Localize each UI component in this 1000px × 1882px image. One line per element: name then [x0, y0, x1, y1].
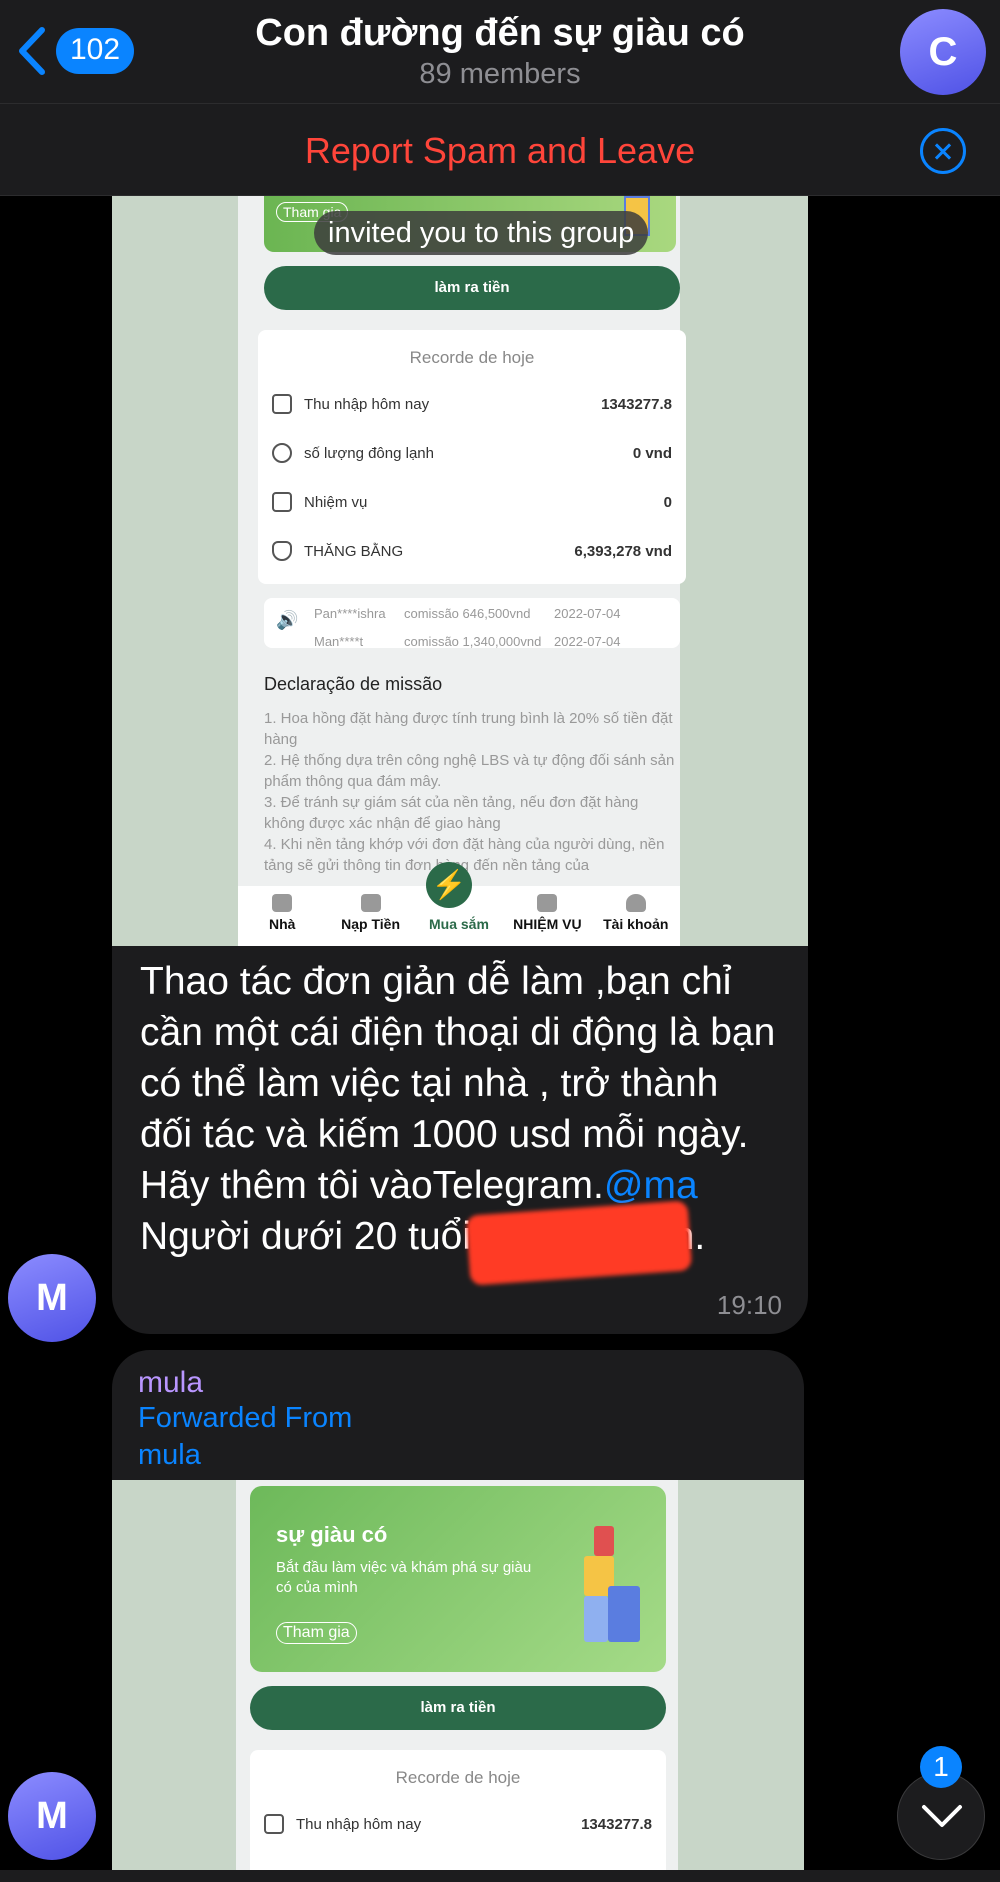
redaction-mark [465, 1200, 693, 1286]
wallet-icon [272, 394, 292, 414]
ticker-commission: comissão 646,500vnd [404, 606, 531, 621]
stat-value: 1343277.8 [581, 1816, 652, 1833]
stat-label: Nhiệm vụ [304, 494, 368, 511]
report-spam-leave-button[interactable]: Report Spam and Leave [0, 130, 1000, 172]
sender-avatar[interactable]: M [8, 1254, 96, 1342]
stat-label: THĂNG BẰNG [304, 543, 404, 560]
hero-banner: sự giàu có Bắt đầu làm việc và khám phá … [250, 1486, 666, 1672]
photo-attachment[interactable]: Tham gia làm ra tiền Recorde de hoje Thu… [112, 196, 808, 946]
ticker-user: Man****t [314, 634, 364, 648]
hero-title: sự giàu có [276, 1522, 388, 1547]
spam-bar: Report Spam and Leave [0, 104, 1000, 196]
message-time: 19:10 [716, 1290, 782, 1320]
document-icon [537, 894, 558, 912]
chat-header: 102 Con đường đến sự giàu có 89 members … [0, 0, 1000, 104]
person-icon [625, 894, 646, 912]
tab-deposit: Nạp Tiền [329, 886, 413, 946]
home-icon [272, 894, 293, 912]
stat-value: 1343277.8 [601, 396, 672, 413]
blocks-illustration [584, 1526, 644, 1646]
hero-desc: Bắt đầu làm việc và khám phá sự giàu có … [276, 1559, 532, 1596]
speaker-icon: 🔊 [276, 610, 299, 630]
join-button: Tham gia [276, 1622, 357, 1644]
forwarded-label: Forwarded From [138, 1402, 353, 1434]
stat-row: Thu nhập hôm nay 1343277.8 [258, 382, 686, 431]
tab-home: Nhà [240, 886, 324, 946]
tab-tasks: NHIỆM VỤ [505, 886, 589, 946]
stat-row: Nhiệm vụ 0 [258, 480, 686, 529]
moneybag-icon [272, 541, 292, 561]
ticker-date: 2022-07-04 [554, 606, 621, 621]
earn-money-button: làm ra tiền [264, 266, 680, 310]
service-message: invited you to this group [314, 211, 649, 255]
ticker-date: 2022-07-04 [554, 634, 621, 648]
card-icon [360, 894, 381, 912]
chat-title[interactable]: Con đường đến sự giàu có [0, 12, 1000, 55]
stat-label: Thu nhập hôm nay [296, 1816, 422, 1833]
earn-money-button: làm ra tiền [250, 1686, 666, 1730]
stat-label: số lượng đông lạnh [304, 445, 434, 462]
sender-name[interactable]: mula [138, 1366, 203, 1400]
member-count: 89 members [419, 58, 581, 90]
mention-link[interactable]: @ma [604, 1164, 698, 1207]
unread-badge: 1 [920, 1746, 962, 1788]
stats-card: Recorde de hoje Thu nhập hôm nay 1343277… [250, 1750, 666, 1882]
ticker-user: Pan****ishra [314, 606, 386, 621]
close-icon[interactable] [920, 128, 966, 174]
wallet-icon [264, 1814, 284, 1834]
task-icon [272, 492, 292, 512]
card-title: Recorde de hoje [395, 1768, 521, 1787]
coins-icon [272, 443, 292, 463]
commission-ticker: 🔊 Pan****ishra comissão 646,500vnd 2022-… [264, 598, 680, 648]
screenshot-phone: Tham gia làm ra tiền Recorde de hoje Thu… [238, 196, 686, 946]
sender-avatar[interactable]: M [8, 1772, 96, 1860]
stats-card: Recorde de hoje Thu nhập hôm nay 1343277… [258, 330, 686, 584]
stat-label: Thu nhập hôm nay [304, 396, 430, 413]
declaration-title: Declaração de missão [264, 674, 443, 694]
chevron-down-icon [922, 1805, 962, 1827]
forwarded-from-name[interactable]: mula [138, 1439, 201, 1472]
input-bar-edge [0, 1870, 1000, 1882]
forwarded-message-bubble[interactable]: mula Forwarded From mula sự giàu có Bắt … [112, 1350, 804, 1882]
card-title: Recorde de hoje [409, 348, 535, 367]
declaration-text: 1. Hoa hồng đặt hàng được tính trung bìn… [264, 710, 675, 874]
stat-value: 0 [663, 494, 672, 511]
stat-row: THĂNG BẰNG 6,393,278 vnd [258, 529, 686, 578]
message-bubble[interactable]: Tham gia làm ra tiền Recorde de hoje Thu… [112, 196, 808, 1334]
stat-row: Thu nhập hôm nay 1343277.8 [250, 1802, 666, 1851]
screenshot-phone: sự giàu có Bắt đầu làm việc và khám phá … [236, 1480, 678, 1882]
stat-value: 6,393,278 vnd [574, 543, 672, 560]
group-avatar[interactable]: C [900, 9, 986, 95]
ticker-commission: comissão 1,340,000vnd [404, 634, 542, 648]
stat-row: số lượng đông lạnh 0 vnd [258, 431, 686, 480]
stat-value: 0 vnd [632, 445, 672, 462]
tab-account: Tài khoản [594, 886, 678, 946]
photo-attachment[interactable]: sự giàu có Bắt đầu làm việc và khám phá … [112, 1480, 804, 1882]
lightning-icon: ⚡ [426, 862, 472, 908]
